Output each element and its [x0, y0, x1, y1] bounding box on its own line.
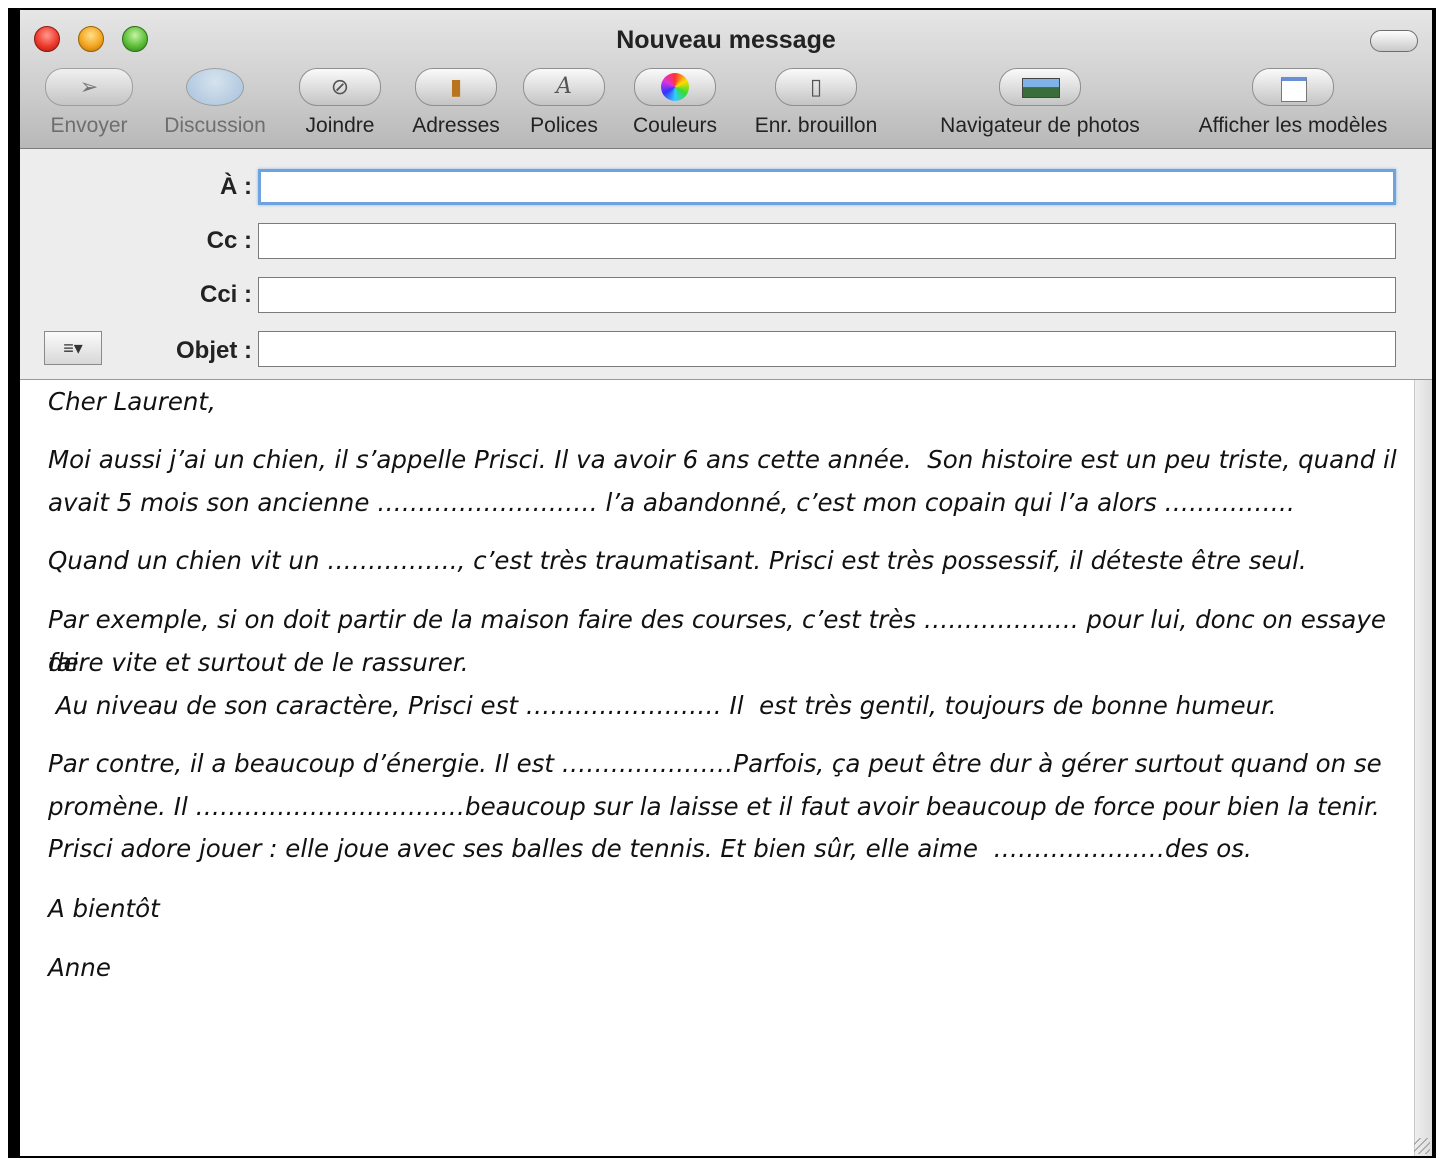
send-label: Envoyer — [50, 114, 128, 137]
closing: A bientôt — [48, 894, 160, 923]
font-icon: A — [523, 68, 605, 106]
attach-label: Joindre — [305, 114, 375, 137]
subject-label: Objet : — [176, 337, 252, 364]
attach-button[interactable]: ⊘ Joindre — [286, 68, 394, 144]
cc-field[interactable] — [258, 223, 1396, 259]
photo-icon — [999, 68, 1081, 106]
photo-browser-button[interactable]: Navigateur de photos — [920, 68, 1160, 144]
body-line: Prisci adore jouer : elle joue avec ses … — [48, 834, 1252, 863]
cc-label: Cc : — [206, 227, 252, 254]
show-templates-button[interactable]: Afficher les modèles — [1180, 68, 1406, 144]
vertical-scrollbar[interactable] — [1414, 380, 1432, 1156]
fonts-label: Polices — [530, 114, 598, 137]
body-line: faire vite et surtout de le rassurer. — [48, 648, 469, 677]
address-book-icon: ▮ — [415, 68, 497, 106]
chat-label: Discussion — [164, 114, 266, 137]
window-frame: Nouveau message ➢ Envoyer Discussion ⊘ J… — [8, 8, 1436, 1158]
save-draft-button[interactable]: ▯ Enr. brouillon — [738, 68, 894, 144]
title-toolbar: Nouveau message ➢ Envoyer Discussion ⊘ J… — [20, 10, 1432, 149]
toolbar-toggle-button[interactable] — [1370, 30, 1418, 52]
body-line: Par contre, il a beaucoup d’énergie. Il … — [48, 749, 1382, 778]
colors-button[interactable]: Couleurs — [620, 68, 730, 144]
body-line: Quand un chien vit un ……………., c’est très… — [48, 546, 1307, 575]
templates-icon — [1252, 68, 1334, 106]
window-title: Nouveau message — [616, 26, 836, 54]
save-draft-label: Enr. brouillon — [754, 114, 878, 137]
bcc-field[interactable] — [258, 277, 1396, 313]
photo-browser-label: Navigateur de photos — [940, 114, 1140, 137]
compose-window: Nouveau message ➢ Envoyer Discussion ⊘ J… — [20, 10, 1432, 1156]
addresses-label: Adresses — [412, 114, 500, 137]
header-fields: À : Cc : Cci : ≡▾ Objet : — [20, 149, 1432, 380]
resize-grip-icon[interactable] — [1414, 1138, 1430, 1154]
greeting: Cher Laurent, — [48, 387, 216, 416]
color-wheel-icon — [634, 68, 716, 106]
to-label: À : — [220, 173, 252, 200]
body-line: Moi aussi j’ai un chien, il s’appelle Pr… — [48, 445, 1397, 474]
draft-document-icon: ▯ — [775, 68, 857, 106]
bcc-label: Cci : — [199, 281, 252, 308]
chat-bubble-icon — [186, 68, 244, 106]
show-templates-label: Afficher les modèles — [1198, 114, 1388, 137]
addresses-button[interactable]: ▮ Adresses — [400, 68, 512, 144]
send-button[interactable]: ➢ Envoyer — [34, 68, 144, 144]
body-line: promène. Il ……………………………beaucoup sur la l… — [48, 792, 1380, 821]
fonts-button[interactable]: A Polices — [518, 68, 610, 144]
paperclip-icon: ⊘ — [299, 68, 381, 106]
send-icon: ➢ — [45, 68, 133, 106]
signature: Anne — [48, 953, 111, 982]
subject-field[interactable] — [258, 331, 1396, 367]
colors-label: Couleurs — [632, 114, 718, 137]
chat-button[interactable]: Discussion — [150, 68, 280, 144]
message-body[interactable]: Cher Laurent, Moi aussi j’ai un chien, i… — [20, 380, 1414, 1156]
body-line: Au niveau de son caractère, Prisci est …… — [48, 691, 1277, 720]
body-line: avait 5 mois son ancienne ……………………… l’a … — [48, 488, 1295, 517]
to-field[interactable] — [258, 169, 1396, 205]
